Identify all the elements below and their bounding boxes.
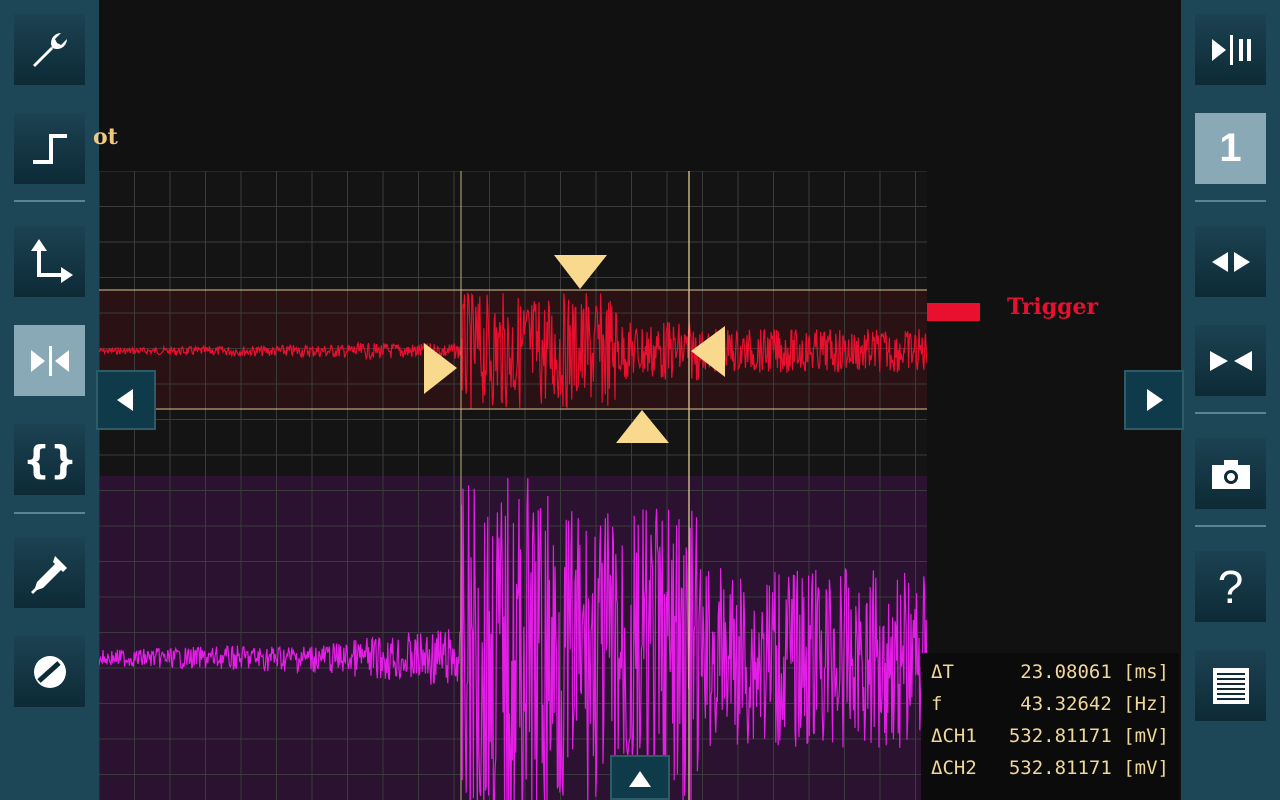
measurement-panel: ΔT 23.08061 [ms] f 43.32642 [Hz] ΔCH1 53… xyxy=(921,653,1179,800)
right-separator-3 xyxy=(1195,525,1266,527)
wrench-button[interactable] xyxy=(14,14,85,85)
measurement-value: 532.81171 [mV] xyxy=(1008,725,1169,747)
play-pause-button[interactable] xyxy=(1195,14,1266,85)
measurement-row-frequency: f 43.32642 [Hz] xyxy=(931,693,1169,723)
measurement-label: f xyxy=(931,693,943,715)
measurement-value: 23.08061 [ms] xyxy=(1020,661,1169,683)
measurement-row-delta-ch2: ΔCH2 532.81171 [mV] xyxy=(931,757,1169,787)
slash-circle-button[interactable] xyxy=(14,636,85,707)
measurement-label: ΔT xyxy=(931,661,954,683)
shrink-horizontal-icon xyxy=(1209,350,1252,371)
axes-arrows-icon xyxy=(30,238,73,283)
channel-select-button[interactable]: 1 xyxy=(1195,113,1266,184)
camera-button[interactable] xyxy=(1195,438,1266,509)
right-toolbar: 1 ? xyxy=(1181,0,1280,800)
braces-button[interactable]: {} xyxy=(14,424,85,495)
scroll-right-button[interactable] xyxy=(1124,370,1184,430)
step-edge-icon xyxy=(32,133,67,164)
axes-arrows-button[interactable] xyxy=(14,226,85,297)
trigger-label: Trigger xyxy=(1007,294,1099,320)
scroll-up-button[interactable] xyxy=(610,755,670,800)
expand-horizontal-button[interactable] xyxy=(1195,226,1266,297)
slash-circle-icon xyxy=(33,655,66,688)
probe-button[interactable] xyxy=(14,537,85,608)
channel-number: 1 xyxy=(1219,126,1242,170)
menu-list-icon xyxy=(1212,667,1249,704)
left-separator-1 xyxy=(14,200,85,202)
left-separator-2 xyxy=(14,512,85,514)
svg-text:{}: {} xyxy=(25,438,75,482)
braces-icon: {} xyxy=(25,438,75,482)
left-arrow-icon xyxy=(117,389,133,411)
partial-header-label: ot xyxy=(93,124,118,150)
cursors-toggle-button[interactable] xyxy=(14,325,85,396)
right-arrow-icon xyxy=(1147,389,1163,411)
up-arrow-icon xyxy=(629,770,651,787)
cursors-toggle-icon xyxy=(30,345,69,376)
camera-icon xyxy=(1211,459,1250,489)
measurement-value: 43.32642 [Hz] xyxy=(1020,693,1169,715)
measurement-row-delta-t: ΔT 23.08061 [ms] xyxy=(931,661,1169,691)
expand-horizontal-icon xyxy=(1211,251,1250,272)
help-button[interactable]: ? xyxy=(1195,551,1266,622)
left-toolbar: {} xyxy=(0,0,99,800)
wrench-icon xyxy=(32,32,67,67)
play-pause-icon xyxy=(1211,34,1251,65)
scope-display[interactable] xyxy=(99,171,927,800)
shrink-horizontal-button[interactable] xyxy=(1195,325,1266,396)
right-separator-1 xyxy=(1195,200,1266,202)
probe-icon xyxy=(30,555,67,594)
step-edge-button[interactable] xyxy=(14,113,85,184)
measurement-row-delta-ch1: ΔCH1 532.81171 [mV] xyxy=(931,725,1169,755)
measurement-label: ΔCH1 xyxy=(931,725,977,747)
help-icon: ? xyxy=(1217,560,1244,613)
measurement-label: ΔCH2 xyxy=(931,757,977,779)
menu-list-button[interactable] xyxy=(1195,650,1266,721)
scroll-left-button[interactable] xyxy=(96,370,156,430)
measurement-value: 532.81171 [mV] xyxy=(1008,757,1169,779)
right-separator-2 xyxy=(1195,412,1266,414)
trigger-level-marker[interactable] xyxy=(927,303,980,321)
